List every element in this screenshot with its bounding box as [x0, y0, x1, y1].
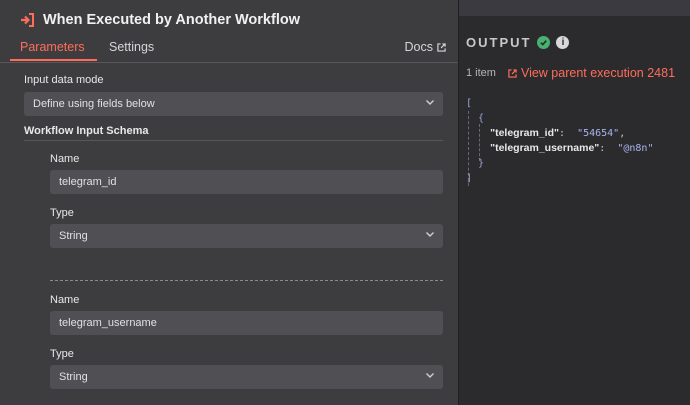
sign-in-arrow-icon	[21, 13, 34, 27]
field-name-value: telegram_username	[59, 317, 157, 329]
output-title: OUTPUT	[466, 35, 532, 50]
info-icon[interactable]: i	[556, 36, 570, 49]
node-header: When Executed by Another Workflow	[20, 12, 300, 28]
view-parent-execution-link[interactable]: View parent execution 2481	[508, 66, 675, 80]
json-viewer[interactable]: [ { "telegram_id": "54654", "telegram_us…	[466, 96, 653, 186]
input-data-mode-value: Define using fields below	[33, 98, 155, 110]
output-meta: 1 item View parent execution 2481	[466, 66, 675, 80]
chevron-down-icon	[425, 365, 435, 389]
chevron-down-icon	[425, 92, 435, 116]
docs-link[interactable]: Docs	[405, 40, 446, 54]
field-name-label: Name	[50, 294, 80, 306]
view-parent-execution-label: View parent execution 2481	[520, 66, 676, 80]
field-type-value: String	[59, 371, 88, 383]
json-value-telegram-username[interactable]: "@n8n"	[617, 143, 653, 154]
field-type-select[interactable]: String	[50, 224, 443, 248]
json-open-brace: {	[478, 113, 485, 124]
tab-settings[interactable]: Settings	[109, 40, 154, 54]
item-count: 1 item	[466, 67, 496, 79]
node-title: When Executed by Another Workflow	[43, 12, 300, 28]
active-tab-indicator	[10, 59, 97, 61]
field-type-value: String	[59, 230, 88, 242]
external-link-icon	[437, 42, 446, 52]
input-data-mode-label: Input data mode	[24, 74, 104, 86]
field-name-input[interactable]: telegram_username	[50, 311, 443, 335]
tab-parameters[interactable]: Parameters	[20, 40, 85, 54]
field-separator	[50, 280, 443, 281]
node-parameters-panel: When Executed by Another Workflow Parame…	[0, 0, 459, 405]
input-data-mode-select[interactable]: Define using fields below	[24, 92, 443, 116]
json-close-brace: }	[478, 158, 485, 169]
output-header: OUTPUT i	[466, 35, 570, 50]
field-name-value: telegram_id	[59, 176, 117, 188]
schema-divider	[24, 140, 443, 141]
json-value-telegram-id[interactable]: "54654"	[577, 128, 619, 139]
field-name-label: Name	[50, 153, 80, 165]
json-close-bracket: ]	[466, 173, 473, 184]
workflow-input-schema-label: Workflow Input Schema	[24, 125, 149, 137]
docs-label: Docs	[404, 40, 433, 54]
field-type-label: Type	[50, 348, 74, 360]
output-panel: OUTPUT i 1 item View parent execution 24…	[458, 0, 690, 405]
field-type-label: Type	[50, 207, 74, 219]
external-link-icon	[508, 68, 517, 78]
check-circle-icon	[537, 36, 551, 49]
json-key-telegram-username: "telegram_username"	[490, 142, 600, 154]
json-key-telegram-id: "telegram_id"	[490, 127, 559, 139]
chevron-down-icon	[425, 224, 435, 248]
field-name-input[interactable]: telegram_id	[50, 170, 443, 194]
json-open-bracket: [	[466, 98, 473, 109]
tab-bar: Parameters Settings Docs	[0, 38, 458, 63]
field-type-select[interactable]: String	[50, 365, 443, 389]
canvas-strip	[458, 0, 690, 16]
